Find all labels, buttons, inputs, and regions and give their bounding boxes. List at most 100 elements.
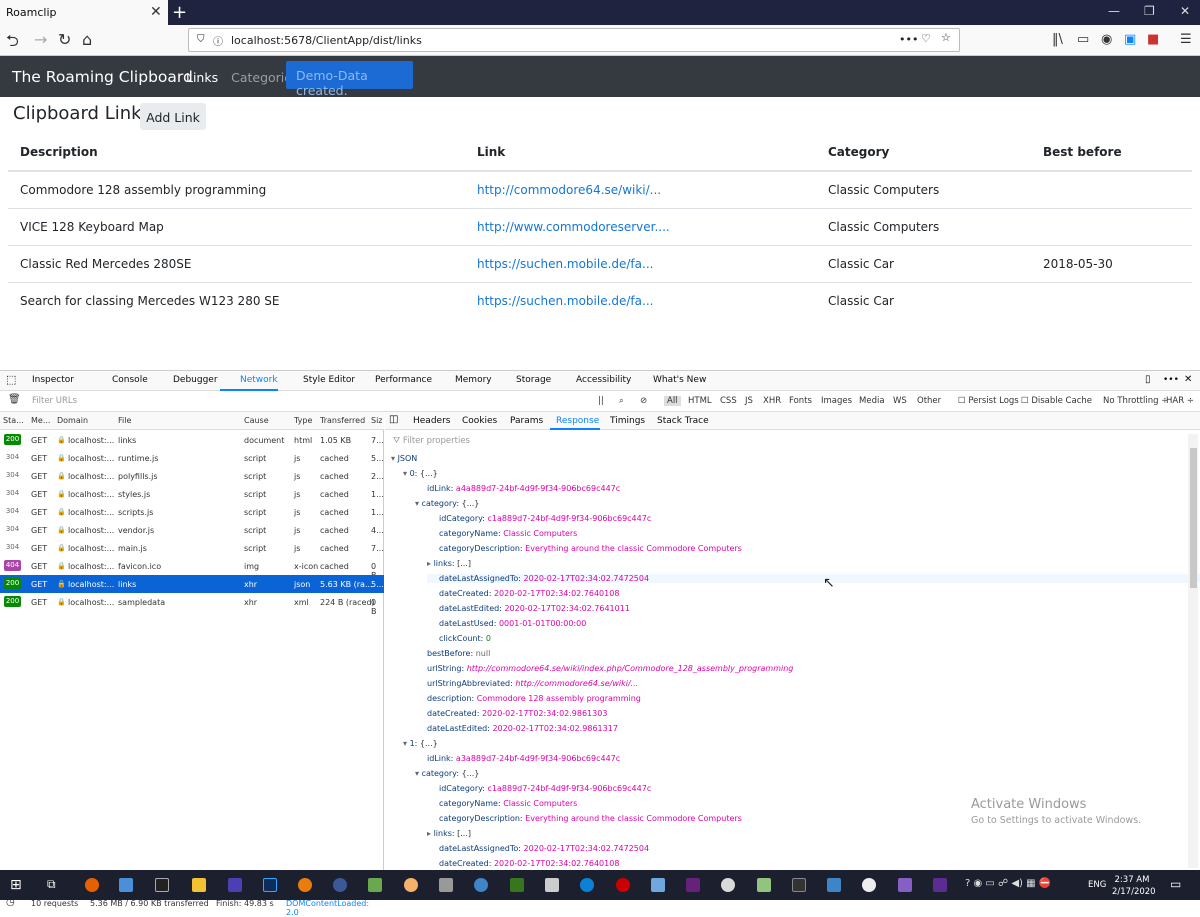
col-size[interactable]: Siz: [371, 416, 383, 425]
json-line[interactable]: dateCreated: 2020-02-17T02:34:02.9861303: [415, 709, 607, 718]
throttling-select[interactable]: No Throttling ÷: [1103, 396, 1168, 406]
json-line[interactable]: categoryName: Classic Computers: [427, 799, 577, 808]
app-icon-9[interactable]: [545, 878, 559, 892]
browser-tab[interactable]: Roamclip ✕: [0, 0, 168, 25]
app-icon-12[interactable]: [721, 878, 735, 892]
search-icon[interactable]: ⌕: [619, 396, 624, 406]
tab-console[interactable]: Console: [112, 375, 148, 385]
json-line[interactable]: description: Commodore 128 assembly prog…: [415, 694, 641, 703]
type-all[interactable]: All: [664, 396, 681, 406]
json-line[interactable]: dateCreated: 2020-02-17T02:34:02.7640108: [427, 589, 619, 598]
app-icon-10[interactable]: [580, 878, 594, 892]
restore-icon[interactable]: ❐: [1144, 4, 1155, 18]
app-icon-2[interactable]: [228, 878, 242, 892]
json-line[interactable]: ▾ category: {...}: [415, 769, 479, 778]
tab-timings[interactable]: Timings: [610, 416, 645, 426]
request-row[interactable]: 404 🔒 GET localhost:... favicon.ico img x-icon…: [0, 557, 384, 580]
photoshop-icon[interactable]: [263, 878, 277, 892]
explorer-icon[interactable]: [192, 878, 206, 892]
json-line[interactable]: idCategory: c1a889d7-24bf-4d9f-9f34-906b…: [427, 514, 651, 523]
json-line[interactable]: dateLastAssignedTo: 2020-02-17T02:34:02.…: [427, 844, 649, 853]
tab-stack-trace[interactable]: Stack Trace: [657, 416, 709, 426]
minimize-icon[interactable]: —: [1108, 4, 1120, 18]
shield-icon[interactable]: ⛉: [197, 34, 205, 45]
addon-icon[interactable]: ■: [1147, 32, 1159, 47]
json-line[interactable]: categoryName: Classic Computers: [427, 529, 577, 538]
taskbar-clock[interactable]: 2:37 AM 2/17/2020: [1112, 874, 1156, 898]
page-actions-icon[interactable]: •••: [899, 33, 918, 46]
language-indicator[interactable]: ENG: [1088, 880, 1106, 890]
tab-response[interactable]: Response: [556, 416, 599, 426]
tab-whats-new[interactable]: What's New: [653, 375, 706, 385]
disable-cache-checkbox[interactable]: ☐ Disable Cache: [1021, 396, 1092, 406]
tab-storage[interactable]: Storage: [516, 375, 551, 385]
tab-cookies[interactable]: Cookies: [462, 416, 497, 426]
windows-start-icon[interactable]: ⊞: [10, 877, 22, 893]
request-row[interactable]: 304 🔒 GET localhost:... polyfills.js script js…: [0, 467, 384, 485]
info-icon[interactable]: ⓘ: [213, 33, 223, 48]
account-icon[interactable]: ◉: [1101, 32, 1112, 47]
request-row[interactable]: 304 🔒 GET localhost:... vendor.js script js cac…: [0, 521, 384, 539]
tab-performance[interactable]: Performance: [375, 375, 432, 385]
request-row[interactable]: 200 🔒 GET localhost:... links document html 1.0…: [0, 431, 384, 449]
vs-icon-3[interactable]: [933, 878, 947, 892]
opera-icon[interactable]: [616, 878, 630, 892]
json-line[interactable]: ▾ 0: {...}: [403, 469, 438, 478]
app-icon-15[interactable]: [827, 878, 841, 892]
toggle-sidebar-icon[interactable]: ◫: [389, 414, 398, 425]
json-line[interactable]: ▾ category: {...}: [415, 499, 479, 508]
scrollbar-thumb[interactable]: [1190, 448, 1197, 588]
app-icon-16[interactable]: [862, 878, 876, 892]
app-icon-11[interactable]: [651, 878, 665, 892]
app-icon-5[interactable]: [404, 878, 418, 892]
json-line[interactable]: ▾ JSON: [391, 454, 417, 463]
home-icon[interactable]: ⌂: [82, 30, 92, 49]
json-line[interactable]: urlString: http://commodore64.se/wiki/in…: [415, 664, 793, 673]
json-line[interactable]: clickCount: 0: [427, 634, 491, 643]
type-css[interactable]: CSS: [720, 396, 737, 406]
devtools-close-icon[interactable]: ✕: [1184, 374, 1192, 385]
json-line[interactable]: idCategory: c1a889d7-24bf-4d9f-9f34-906b…: [427, 784, 651, 793]
json-line[interactable]: dateLastEdited: 2020-02-17T02:34:02.9861…: [415, 724, 618, 733]
app-icon-7[interactable]: [474, 878, 488, 892]
tab-debugger[interactable]: Debugger: [173, 375, 218, 385]
app-icon-14[interactable]: [792, 878, 806, 892]
json-line[interactable]: ▾ 1: {...}: [403, 739, 438, 748]
json-line[interactable]: dateLastEdited: 2020-02-17T02:34:02.7641…: [427, 604, 630, 613]
json-line[interactable]: dateLastUsed: 0001-01-01T00:00:00: [427, 619, 586, 628]
vs-icon-2[interactable]: [898, 878, 912, 892]
reload-icon[interactable]: ↻: [58, 30, 71, 49]
col-transferred[interactable]: Transferred: [320, 416, 365, 425]
firefox-icon[interactable]: [85, 878, 99, 892]
json-line[interactable]: categoryDescription: Everything around t…: [427, 544, 742, 553]
col-type[interactable]: Type: [294, 416, 312, 425]
persist-logs-checkbox[interactable]: ☐ Persist Logs: [958, 396, 1019, 406]
request-row[interactable]: 200 🔒 GET localhost:... links xhr json 5.63 KB …: [0, 575, 384, 593]
app-icon-8[interactable]: [510, 878, 524, 892]
link-anchor[interactable]: https://suchen.mobile.de/fa...: [477, 257, 653, 271]
type-images[interactable]: Images: [821, 396, 852, 406]
visual-studio-icon[interactable]: [686, 878, 700, 892]
type-html[interactable]: HTML: [688, 396, 712, 406]
json-line[interactable]: idLink: a3a889d7-24bf-4d9f-9f34-906bc69c…: [415, 754, 620, 763]
json-line[interactable]: ▸ links: [...]: [427, 559, 471, 568]
tab-accessibility[interactable]: Accessibility: [576, 375, 631, 385]
bookmark-star-icon[interactable]: ☆: [941, 31, 951, 44]
app-icon-6[interactable]: [439, 878, 453, 892]
menu-icon[interactable]: ☰: [1180, 32, 1192, 47]
extension-icon[interactable]: ▣: [1124, 32, 1136, 47]
type-js[interactable]: JS: [745, 396, 753, 406]
app-brand[interactable]: The Roaming Clipboard: [12, 68, 193, 86]
type-media[interactable]: Media: [859, 396, 885, 406]
json-line[interactable]: dateLastAssignedTo: 2020-02-17T02:34:02.…: [427, 574, 1200, 583]
add-link-button[interactable]: Add Link: [140, 103, 206, 130]
devtools-menu-icon[interactable]: •••: [1163, 375, 1179, 385]
notifications-icon[interactable]: ▭: [1170, 877, 1181, 891]
tab-memory[interactable]: Memory: [455, 375, 492, 385]
request-row[interactable]: 200 🔒 GET localhost:... sampledata xhr xml 224 …: [0, 593, 384, 616]
type-other[interactable]: Other: [917, 396, 941, 406]
request-row[interactable]: 304 🔒 GET localhost:... scripts.js script js ca…: [0, 503, 384, 521]
col-domain[interactable]: Domain: [57, 416, 88, 425]
new-tab-icon[interactable]: +: [172, 2, 187, 23]
link-anchor[interactable]: http://www.commodoreserver....: [477, 220, 670, 234]
